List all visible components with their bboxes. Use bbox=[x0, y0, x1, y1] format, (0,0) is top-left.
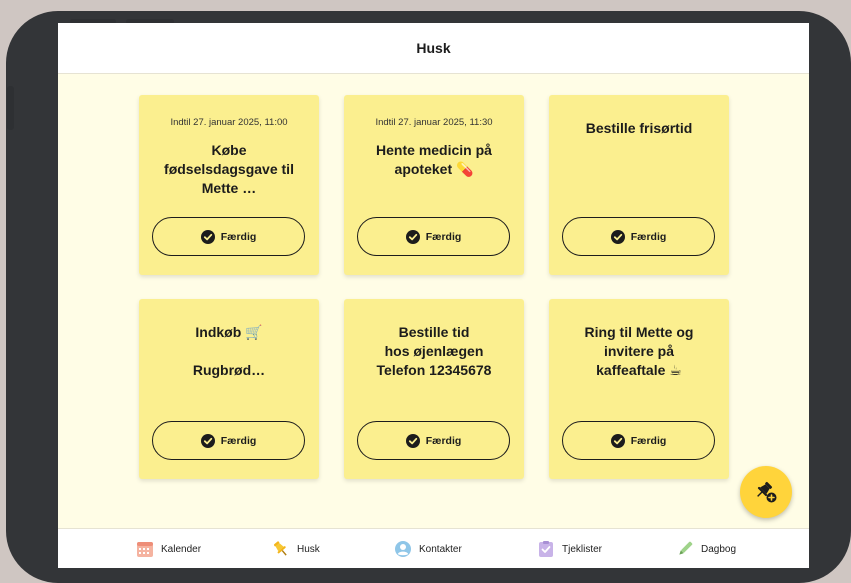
screen: Husk Indtil 27. januar 2025, 11:00 Købe … bbox=[58, 23, 809, 568]
done-button[interactable]: Færdig bbox=[562, 421, 715, 460]
nav-label: Dagbog bbox=[701, 543, 737, 555]
done-button[interactable]: Færdig bbox=[357, 421, 510, 460]
done-label: Færdig bbox=[630, 434, 667, 447]
note-card[interactable]: Indtil 27. januar 2025, 11:00 Købe fødse… bbox=[139, 95, 319, 275]
add-note-button[interactable] bbox=[740, 466, 792, 518]
done-label: Færdig bbox=[220, 230, 257, 243]
check-circle-icon bbox=[610, 229, 625, 244]
nav-item-kalender[interactable]: Kalender bbox=[136, 529, 201, 568]
done-button[interactable]: Færdig bbox=[152, 217, 305, 256]
contacts-icon bbox=[395, 541, 411, 557]
note-card[interactable]: Bestille frisørtid Færdig bbox=[549, 95, 729, 275]
note-deadline: Indtil 27. januar 2025, 11:00 bbox=[170, 117, 288, 128]
pencil-icon bbox=[679, 541, 693, 555]
note-text: Hente medicin på apoteket 💊 bbox=[376, 142, 492, 177]
pin-icon bbox=[273, 541, 287, 556]
note-text: Købe fødselsdagsgave til Mette … bbox=[164, 142, 294, 196]
nav-item-husk[interactable]: Husk bbox=[272, 529, 320, 568]
done-button[interactable]: Færdig bbox=[152, 421, 305, 460]
note-card[interactable]: Ring til Mette og invitere på kaffeaftal… bbox=[549, 299, 729, 479]
done-button[interactable]: Færdig bbox=[357, 217, 510, 256]
done-label: Færdig bbox=[220, 434, 257, 447]
check-circle-icon bbox=[405, 229, 420, 244]
note-card[interactable]: Indkøb 🛒 Rugbrød… Færdig bbox=[139, 299, 319, 479]
note-card[interactable]: Indtil 27. januar 2025, 11:30 Hente medi… bbox=[344, 95, 524, 275]
note-text: Bestille frisørtid bbox=[585, 120, 693, 136]
nav-item-tjeklister[interactable]: Tjeklister bbox=[537, 529, 602, 568]
add-pin-icon bbox=[757, 481, 777, 503]
note-deadline: Indtil 27. januar 2025, 11:30 bbox=[375, 117, 493, 128]
note-text: Ring til Mette og invitere på kaffeaftal… bbox=[584, 324, 694, 378]
done-label: Færdig bbox=[630, 230, 667, 243]
check-circle-icon bbox=[405, 433, 420, 448]
check-circle-icon bbox=[200, 433, 215, 448]
done-label: Færdig bbox=[425, 434, 462, 447]
side-button bbox=[7, 86, 14, 130]
nav-item-kontakter[interactable]: Kontakter bbox=[394, 529, 462, 568]
check-circle-icon bbox=[610, 433, 625, 448]
note-text: Indkøb 🛒 Rugbrød… bbox=[192, 324, 266, 378]
bottom-nav: Kalender Husk Kontakter Tjeklister Dagbo… bbox=[58, 528, 809, 568]
nav-label: Tjeklister bbox=[562, 543, 603, 555]
note-card[interactable]: Bestille tid hos øjenlægen Telefon 12345… bbox=[344, 299, 524, 479]
nav-item-dagbog[interactable]: Dagbog bbox=[676, 529, 736, 568]
check-circle-icon bbox=[200, 229, 215, 244]
note-text: Bestille tid hos øjenlægen Telefon 12345… bbox=[376, 324, 492, 378]
nav-label: Kontakter bbox=[419, 543, 462, 555]
notes-grid: Indtil 27. januar 2025, 11:00 Købe fødse… bbox=[139, 95, 729, 479]
header: Husk bbox=[58, 23, 809, 74]
nav-label: Husk bbox=[297, 543, 320, 555]
calendar-icon bbox=[137, 542, 153, 557]
nav-label: Kalender bbox=[161, 543, 202, 555]
checklist-icon bbox=[539, 541, 553, 557]
done-label: Færdig bbox=[425, 230, 462, 243]
page-title: Husk bbox=[416, 40, 451, 56]
done-button[interactable]: Færdig bbox=[562, 217, 715, 256]
